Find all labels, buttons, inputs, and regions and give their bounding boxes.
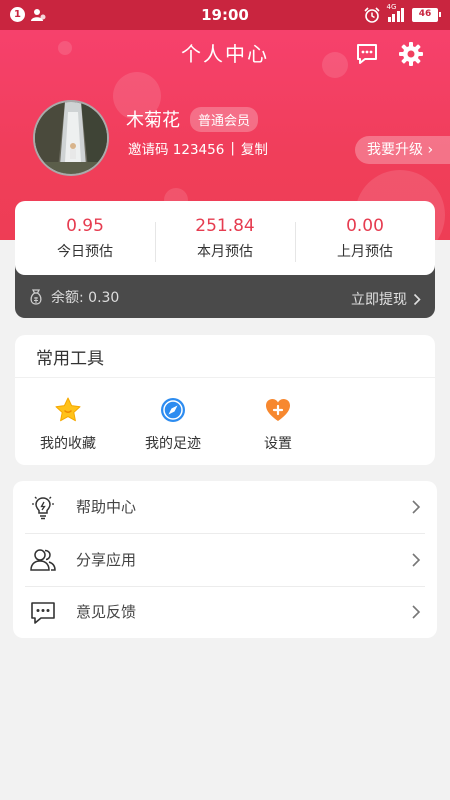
stat-label: 今日预估 <box>57 243 113 260</box>
menu-label: 分享应用 <box>76 551 137 569</box>
tool-settings[interactable]: 设置 <box>233 395 323 453</box>
stat-last-month[interactable]: 0.00 上月预估 <box>295 215 435 262</box>
divider: | <box>230 140 235 156</box>
stat-label: 上月预估 <box>337 243 393 260</box>
tool-label: 我的足迹 <box>145 436 201 452</box>
stat-today[interactable]: 0.95 今日预估 <box>15 216 155 261</box>
signal-icon: 4G <box>387 3 404 22</box>
stat-value: 251.84 <box>195 215 255 236</box>
battery-indicator: 46 <box>412 8 441 22</box>
stat-value: 0.95 <box>66 215 104 236</box>
chevron-right-icon <box>413 293 421 305</box>
menu-item-feedback[interactable]: 意见反馈 <box>25 586 425 638</box>
divider <box>15 377 435 378</box>
message-icon[interactable] <box>355 42 379 66</box>
balance-label: 余额: 0.30 <box>51 290 120 306</box>
menu-label: 意见反馈 <box>76 603 137 621</box>
star-icon <box>55 397 81 422</box>
section-title: 常用工具 <box>36 349 104 369</box>
page-title: 个人中心 <box>181 42 269 66</box>
user-name: 木菊花 <box>126 110 180 131</box>
tool-favorites[interactable]: 我的收藏 <box>23 395 113 453</box>
stat-month[interactable]: 251.84 本月预估 <box>155 215 295 262</box>
avatar-photo <box>35 102 107 174</box>
menu-item-share[interactable]: 分享应用 <box>25 534 425 586</box>
money-bag-icon <box>30 289 42 305</box>
menu-card: 帮助中心 分享应用 意见反馈 <box>13 481 437 638</box>
tool-footprints[interactable]: 我的足迹 <box>128 395 218 453</box>
invite-code: 邀请码 123456 <box>128 142 225 158</box>
status-bar: 1 19:00 4G 46 <box>0 0 450 30</box>
copy-button[interactable]: 复制 <box>241 138 268 158</box>
users-icon <box>30 549 56 571</box>
upgrade-button[interactable]: 我要升级 › <box>355 136 450 164</box>
invite-row: 邀请码 123456 | 复制 <box>128 138 268 158</box>
stat-label: 本月预估 <box>197 243 253 260</box>
chevron-right-icon <box>412 500 421 514</box>
network-label: 4G <box>386 3 397 11</box>
heart-plus-icon <box>266 399 290 421</box>
menu-label: 帮助中心 <box>76 498 137 516</box>
withdraw-label: 立即提现 <box>351 292 407 308</box>
menu-item-help[interactable]: 帮助中心 <box>25 481 425 533</box>
compass-icon <box>161 398 185 422</box>
withdraw-button[interactable]: 立即提现 <box>351 289 421 309</box>
avatar[interactable] <box>33 100 109 176</box>
chevron-right-icon <box>412 553 421 567</box>
stat-value: 0.00 <box>346 215 384 236</box>
gear-icon[interactable] <box>398 41 424 67</box>
tool-label: 我的收藏 <box>40 436 96 452</box>
member-level-badge: 普通会员 <box>190 107 259 132</box>
lightbulb-icon <box>32 496 54 520</box>
balance-row: 余额: 0.30 立即提现 <box>15 280 435 312</box>
tool-label: 设置 <box>264 436 292 452</box>
earnings-card: 0.95 今日预估 251.84 本月预估 0.00 上月预估 <box>15 201 435 275</box>
chat-bubble-icon <box>31 602 55 624</box>
alarm-icon <box>363 7 380 23</box>
chevron-right-icon <box>412 605 421 619</box>
tools-card: 常用工具 我的收藏 我的足迹 设置 <box>15 335 435 465</box>
